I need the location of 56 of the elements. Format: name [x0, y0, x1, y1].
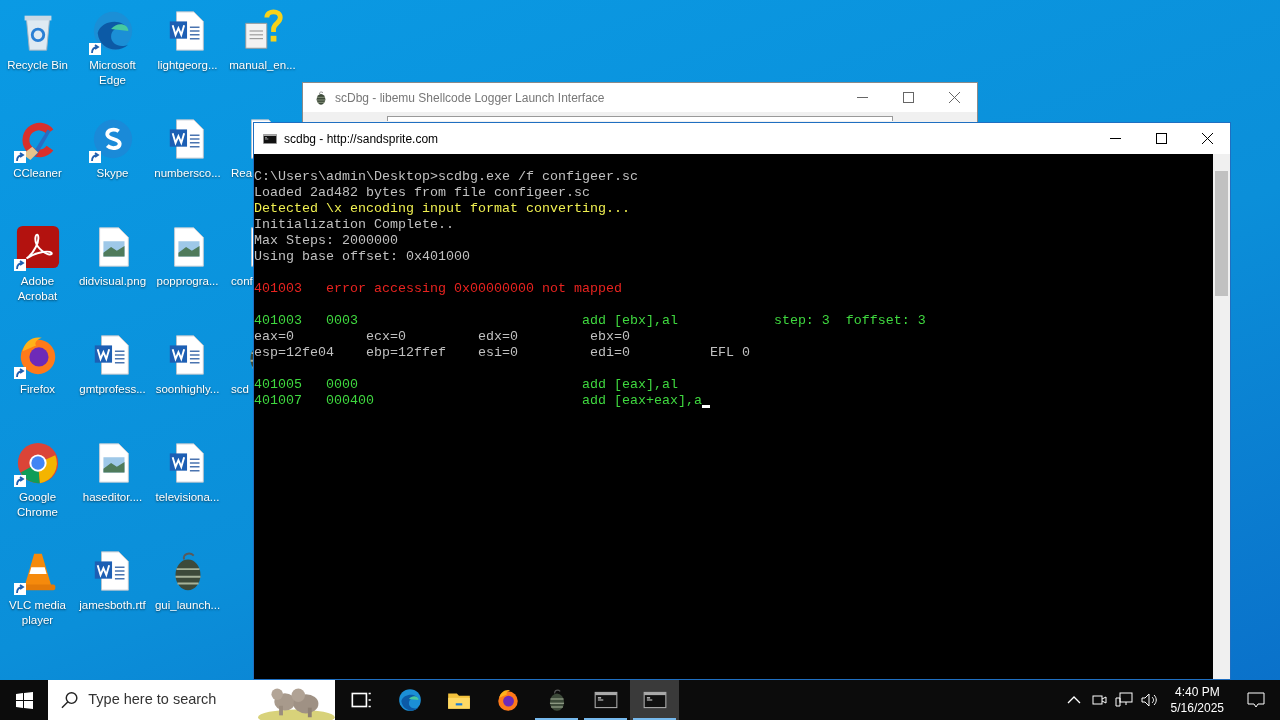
console-line: Loaded 2ad482 bytes from file configeer.sc [254, 185, 590, 201]
desktop-icon-label[interactable]: lightgeorg... [155, 58, 220, 73]
maximize-icon [1155, 133, 1167, 144]
console-line: C:\Users\admin\Desktop>scdbg.exe /f configeer.sc [254, 169, 638, 185]
search-input[interactable]: Type here to search [88, 689, 259, 711]
desktop-icon-label[interactable]: Skype [94, 166, 131, 181]
desktop-icon-label[interactable]: didvisual.png [76, 274, 149, 289]
desktop-icon-label[interactable]: gmtprofess... [77, 382, 148, 397]
desktop-icon-label[interactable]: Recycle Bin [5, 58, 70, 73]
desktop-icon-label[interactable]: scd [225, 382, 249, 397]
desktop-icon-label[interactable]: jamesboth.rtf [77, 598, 148, 613]
desktop-icon-label[interactable]: Adobe Acrobat [0, 274, 75, 304]
clock[interactable]: 4:40 PM 5/16/2025 [1162, 684, 1232, 716]
notification-icon [1247, 692, 1265, 708]
search-bar[interactable]: Type here to search [48, 680, 335, 720]
desktop-icon-label[interactable]: CCleaner [11, 166, 64, 181]
console-line: 401007 000400 add [eax+eax],a [254, 393, 702, 409]
desktop-icon-label[interactable]: gui_launch... [152, 598, 223, 613]
desktop-icon-label[interactable]: Microsoft Edge [75, 58, 150, 88]
desktop-icon-label[interactable]: Firefox [17, 382, 58, 397]
desktop-icon-label[interactable]: Rea [225, 166, 253, 181]
console-line: Using base offset: 0x401000 [254, 249, 470, 265]
console-line: esp=12fe04 ebp=12ffef esi=0 edi=0 EFL 0 [254, 345, 750, 361]
close-icon [1201, 133, 1213, 144]
desktop-icon-label[interactable]: popprogra... [154, 274, 221, 289]
chevron-up-icon[interactable] [1066, 696, 1081, 704]
console-line: Detected \x encoding input format converting... [254, 201, 630, 217]
close-icon [948, 92, 960, 103]
scrollbar[interactable] [1213, 154, 1230, 679]
taskbar-app-button[interactable] [630, 680, 679, 720]
camera-icon[interactable] [1090, 692, 1107, 708]
acrobat-icon [14, 224, 61, 270]
desktop-icon-label[interactable]: VLC media player [0, 598, 75, 628]
desktop-icon-label[interactable]: Google Chrome [0, 490, 75, 520]
desktop-icon-label[interactable]: soonhighly... [153, 382, 222, 397]
console-line: 401003 error accessing 0x00000000 not mapped [254, 281, 622, 297]
desktop-icon-label[interactable]: manual_en... [227, 58, 298, 73]
desktop-icon-label[interactable]: conf [225, 274, 253, 289]
console-line: 401005 0000 add [eax],al [254, 377, 678, 393]
console-line: Initialization Complete.. [254, 217, 454, 233]
edge-icon [396, 687, 423, 713]
window-title: scdbg - http://sandsprite.com [284, 130, 439, 148]
desktop-icon-label[interactable]: numbersco... [152, 166, 223, 181]
maximize-icon [902, 92, 914, 103]
desktop-icon-label[interactable]: haseditor.... [80, 490, 145, 505]
speaker-icon[interactable] [1140, 692, 1159, 708]
console-line: Max Steps: 2000000 [254, 233, 398, 249]
windows-logo-icon [15, 691, 33, 709]
search-icon [61, 691, 79, 709]
path-field[interactable] [387, 116, 893, 121]
network-icon[interactable] [1114, 692, 1133, 708]
desktop-icon-label[interactable]: televisiona... [153, 490, 222, 505]
console-line: 401003 0003 add [ebx],al step: 3 foffset: 3 [254, 313, 926, 329]
window-title: scDbg - libemu Shellcode Logger Launch Interface [335, 89, 605, 107]
scrollbar-thumb[interactable] [1215, 171, 1228, 296]
console-line: eax=0 ecx=0 edx=0 ebx=0 [254, 329, 630, 345]
